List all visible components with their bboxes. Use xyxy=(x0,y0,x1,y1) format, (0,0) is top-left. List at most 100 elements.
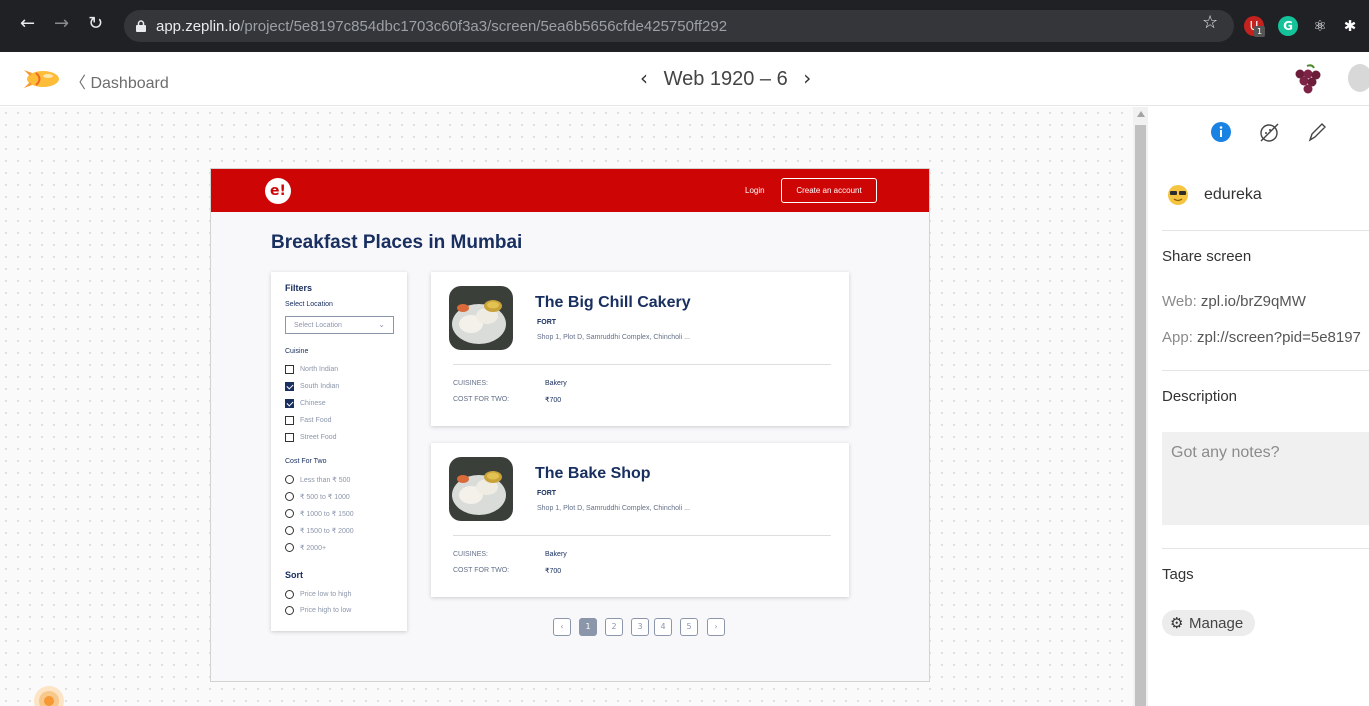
scroll-up-icon[interactable] xyxy=(1137,111,1145,117)
card-divider xyxy=(453,364,831,365)
food-thumbnail-image xyxy=(449,286,513,350)
dashboard-back-link[interactable]: 〈 Dashboard xyxy=(70,69,169,93)
pagination-page: 3 xyxy=(631,618,649,636)
cuisine-checkbox-checked xyxy=(285,382,294,391)
cuisine-checkbox-checked xyxy=(285,399,294,408)
pagination-page: 2 xyxy=(605,618,623,636)
scrollbar-thumb[interactable] xyxy=(1135,125,1146,706)
cuisine-label: Chinese xyxy=(300,400,326,407)
pen-tab-icon[interactable] xyxy=(1306,121,1328,143)
zeplin-logo-icon[interactable] xyxy=(22,64,62,94)
sort-radio xyxy=(285,590,294,599)
dashboard-label: Dashboard xyxy=(90,75,169,92)
pagination-page-active: 1 xyxy=(579,618,597,636)
location-placeholder: Select Location xyxy=(294,322,342,329)
gear-icon: ⚙ xyxy=(1170,614,1184,632)
info-tab-icon[interactable] xyxy=(1211,122,1231,142)
panel-divider xyxy=(1162,548,1369,549)
restaurant-area: FORT xyxy=(537,319,557,326)
cuisines-value: Bakery xyxy=(545,551,567,558)
next-screen-icon[interactable]: › xyxy=(803,66,811,90)
cuisine-checkbox xyxy=(285,433,294,442)
pagination-page: 5 xyxy=(680,618,698,636)
notes-input[interactable]: Got any notes? xyxy=(1162,432,1369,525)
panel-divider xyxy=(1162,370,1369,371)
styleguide-tab-icon[interactable] xyxy=(1258,121,1280,143)
cost-title: Cost For Two xyxy=(285,458,327,465)
grapes-avatar-icon[interactable] xyxy=(1290,64,1322,94)
extensions-puzzle-icon[interactable]: ✱ xyxy=(1340,16,1360,36)
sort-title: Sort xyxy=(285,570,303,580)
reload-icon[interactable]: ↻ xyxy=(88,14,103,34)
design-create-account-button: Create an account xyxy=(781,178,877,203)
cuisine-title: Cuisine xyxy=(285,348,309,355)
user-name: edureka xyxy=(1204,186,1262,203)
browser-toolbar: ← → ↻ app.zeplin.io/project/5e8197c854db… xyxy=(0,0,1369,52)
web-link-label: Web: xyxy=(1162,293,1197,310)
restaurant-name: The Big Chill Cakery xyxy=(535,294,691,311)
grammarly-extension-icon[interactable]: G xyxy=(1278,16,1298,36)
url-host: app.zeplin.io xyxy=(156,18,241,35)
back-arrow-icon[interactable]: ← xyxy=(20,14,35,34)
forward-arrow-icon[interactable]: → xyxy=(54,14,69,34)
design-artboard[interactable]: e! Login Create an account Breakfast Pla… xyxy=(210,168,930,682)
inspector-panel: edureka Share screen Web: zpl.io/brZ9qMW… xyxy=(1148,107,1369,706)
cost-radio xyxy=(285,492,294,501)
sort-label: Price high to low xyxy=(300,607,352,614)
design-page-title: Breakfast Places in Mumbai xyxy=(271,232,523,253)
cost-label: ₹ 1500 to ₹ 2000 xyxy=(300,528,354,535)
pagination-prev: ‹ xyxy=(553,618,571,636)
card-divider xyxy=(453,535,831,536)
cuisine-label: South Indian xyxy=(300,383,340,390)
cost-label: ₹ 2000+ xyxy=(300,545,327,552)
url-text: app.zeplin.io/project/5e8197c854dbc1703c… xyxy=(156,18,727,35)
extension-badge: 1 xyxy=(1254,26,1265,37)
manage-tags-button[interactable]: ⚙ Manage xyxy=(1162,610,1255,636)
chevron-down-icon: ⌄ xyxy=(378,320,385,329)
cuisine-label: North Indian xyxy=(300,366,339,373)
cost-radio xyxy=(285,526,294,535)
bookmark-star-icon[interactable]: ☆ xyxy=(1202,13,1218,33)
cuisines-label: CUISINES: xyxy=(453,551,489,558)
ublock-extension-icon[interactable]: U1 xyxy=(1244,16,1265,37)
cost-for-two-value: ₹700 xyxy=(545,397,562,404)
cost-label: ₹ 500 to ₹ 1000 xyxy=(300,494,350,501)
address-bar[interactable]: app.zeplin.io/project/5e8197c854dbc1703c… xyxy=(124,10,1234,42)
cost-radio xyxy=(285,543,294,552)
tags-title: Tags xyxy=(1162,566,1194,583)
app-link-value[interactable]: zpl://screen?pid=5e8197 xyxy=(1197,329,1361,346)
cost-label: Less than ₹ 500 xyxy=(300,477,351,484)
cost-for-two-label: COST FOR TWO: xyxy=(453,396,510,403)
zeplin-feedback-icon[interactable] xyxy=(32,684,66,706)
filters-title: Filters xyxy=(285,283,313,293)
cuisine-checkbox xyxy=(285,416,294,425)
app-link-row[interactable]: App: zpl://screen?pid=5e8197 xyxy=(1162,329,1361,346)
restaurant-card: The Bake Shop FORT Shop 1, Plot D, Samru… xyxy=(431,443,849,597)
app-link-label: App: xyxy=(1162,329,1193,346)
manage-label: Manage xyxy=(1189,615,1244,632)
design-filters-panel: Filters Select Location Select Location … xyxy=(271,272,407,631)
screen-title: Web 1920 – 6 xyxy=(663,68,788,90)
web-link-value[interactable]: zpl.io/brZ9qMW xyxy=(1201,293,1306,310)
previous-screen-icon[interactable]: ‹ xyxy=(640,66,648,90)
cuisine-label: Fast Food xyxy=(300,417,332,424)
sort-radio xyxy=(285,606,294,615)
share-screen-title: Share screen xyxy=(1162,248,1252,265)
cost-radio xyxy=(285,475,294,484)
url-path: /project/5e8197c854dbc1703c60f3a3/screen… xyxy=(240,18,728,35)
canvas-scrollbar[interactable] xyxy=(1133,107,1148,706)
cuisine-checkbox xyxy=(285,365,294,374)
chevron-left-icon: 〈 xyxy=(70,73,87,92)
cost-for-two-value: ₹700 xyxy=(545,568,562,575)
cost-label: ₹ 1000 to ₹ 1500 xyxy=(300,511,354,518)
cuisines-value: Bakery xyxy=(545,380,567,387)
food-thumbnail-image xyxy=(449,457,513,521)
restaurant-card: The Big Chill Cakery FORT Shop 1, Plot D… xyxy=(431,272,849,426)
notifications-avatar-icon[interactable] xyxy=(1348,64,1369,92)
web-link-row[interactable]: Web: zpl.io/brZ9qMW xyxy=(1162,293,1306,310)
zeplin-header: 〈 Dashboard ‹ Web 1920 – 6 › xyxy=(0,52,1369,106)
description-title: Description xyxy=(1162,388,1238,405)
notes-placeholder: Got any notes? xyxy=(1171,444,1280,461)
restaurant-area: FORT xyxy=(537,490,557,497)
react-devtools-icon[interactable]: ⚛ xyxy=(1310,16,1330,36)
